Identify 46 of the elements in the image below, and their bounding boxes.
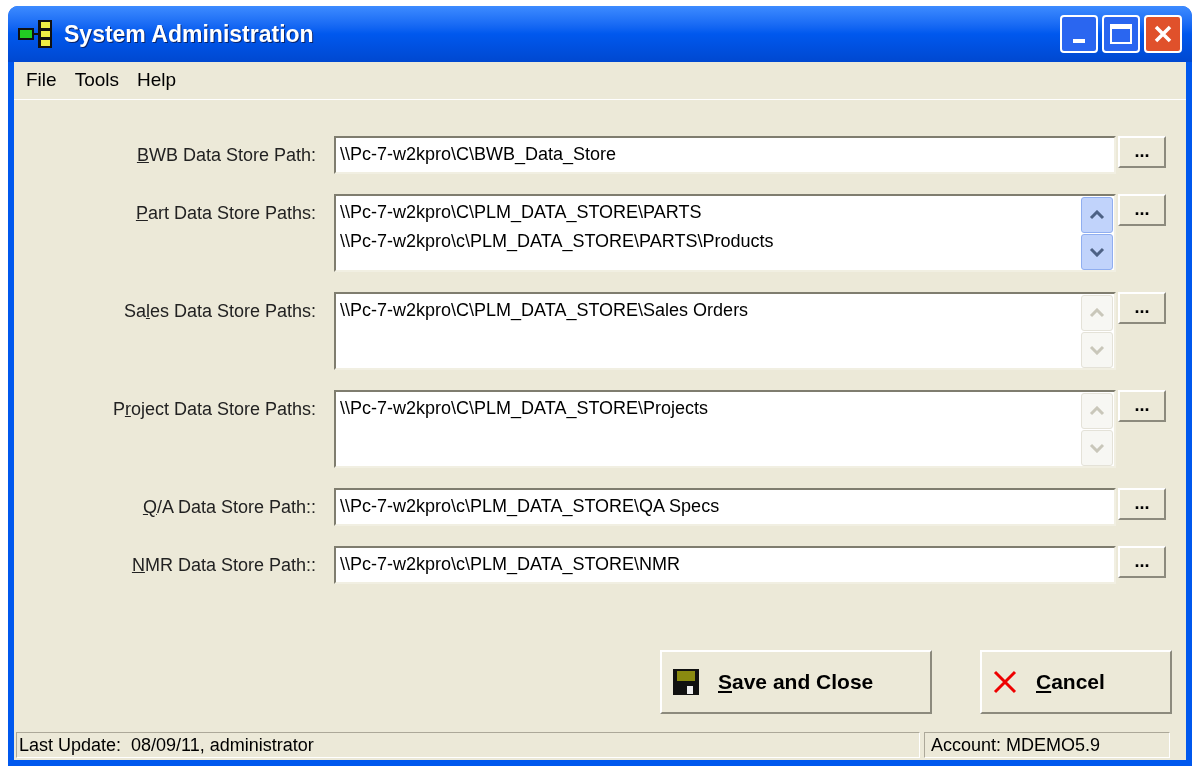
minimize-icon bbox=[1073, 39, 1085, 43]
chevron-up-icon bbox=[1089, 406, 1105, 416]
maximize-button[interactable] bbox=[1102, 15, 1140, 53]
path-list-field[interactable]: \\Pc-7-w2kpro\C\PLM_DATA_STORE\PARTS \\Pc-7-w2kpro\c\PLM_DATA_STORE\PARTS\Products bbox=[334, 194, 1116, 272]
browse-button[interactable]: ... bbox=[1118, 292, 1166, 324]
chevron-up-icon bbox=[1089, 308, 1105, 318]
scroll-down-button[interactable] bbox=[1081, 234, 1113, 270]
menu-item[interactable]: Help bbox=[137, 66, 177, 95]
account-status: Account: MDEMO5.9 bbox=[924, 732, 1170, 758]
field-label: NMR Data Store Path:: bbox=[130, 554, 317, 577]
path-text: \\Pc-7-w2kpro\C\BWB_Data_Store bbox=[340, 143, 617, 167]
menu-item[interactable]: Tools bbox=[74, 66, 119, 95]
chevron-down-icon bbox=[1089, 247, 1105, 257]
status-text: Last Update: 08/09/11, administrator bbox=[16, 732, 920, 758]
path-text: \\Pc-7-w2kpro\c\PLM_DATA_STORE\NMR bbox=[340, 553, 681, 577]
maximize-icon bbox=[1110, 24, 1132, 44]
close-button[interactable] bbox=[1144, 15, 1182, 53]
path-text: \\Pc-7-w2kpro\c\PLM_DATA_STORE\PARTS\Products bbox=[340, 230, 774, 254]
browse-button[interactable]: ... bbox=[1118, 390, 1166, 422]
close-icon bbox=[1153, 24, 1173, 44]
cancel-button[interactable]: Cancel bbox=[980, 650, 1172, 714]
path-field[interactable]: \\Pc-7-w2kpro\C\BWB_Data_Store bbox=[334, 136, 1116, 174]
field-label: Part Data Store Paths: bbox=[134, 202, 317, 225]
chevron-down-icon bbox=[1089, 345, 1105, 355]
browse-button[interactable]: ... bbox=[1118, 136, 1166, 168]
field-label: Project Data Store Paths: bbox=[111, 398, 317, 421]
browse-button[interactable]: ... bbox=[1118, 546, 1166, 578]
field-label: Q/A Data Store Path:: bbox=[141, 496, 317, 519]
x-mark-icon bbox=[992, 669, 1018, 695]
path-field[interactable]: \\Pc-7-w2kpro\c\PLM_DATA_STORE\NMR bbox=[334, 546, 1116, 584]
chevron-down-icon bbox=[1089, 443, 1105, 453]
path-text: \\Pc-7-w2kpro\C\PLM_DATA_STORE\PARTS bbox=[340, 201, 702, 225]
minimize-button[interactable] bbox=[1060, 15, 1098, 53]
browse-button[interactable]: ... bbox=[1118, 488, 1166, 520]
chevron-up-icon bbox=[1089, 210, 1105, 220]
scroll-up-button[interactable] bbox=[1081, 197, 1113, 233]
path-text: \\Pc-7-w2kpro\C\PLM_DATA_STORE\Projects bbox=[340, 397, 709, 421]
save-and-close-button[interactable]: Save and Close bbox=[660, 650, 932, 714]
menu-item[interactable]: File bbox=[26, 66, 57, 95]
browse-button[interactable]: ... bbox=[1118, 194, 1166, 226]
path-field[interactable]: \\Pc-7-w2kpro\c\PLM_DATA_STORE\QA Specs bbox=[334, 488, 1116, 526]
path-text: \\Pc-7-w2kpro\c\PLM_DATA_STORE\QA Specs bbox=[340, 495, 720, 519]
path-text: \\Pc-7-w2kpro\C\PLM_DATA_STORE\Sales Orders bbox=[340, 299, 749, 323]
field-label: BWB Data Store Path: bbox=[135, 144, 317, 167]
field-label: Sales Data Store Paths: bbox=[122, 300, 317, 323]
window-title: System Administration bbox=[64, 19, 315, 49]
